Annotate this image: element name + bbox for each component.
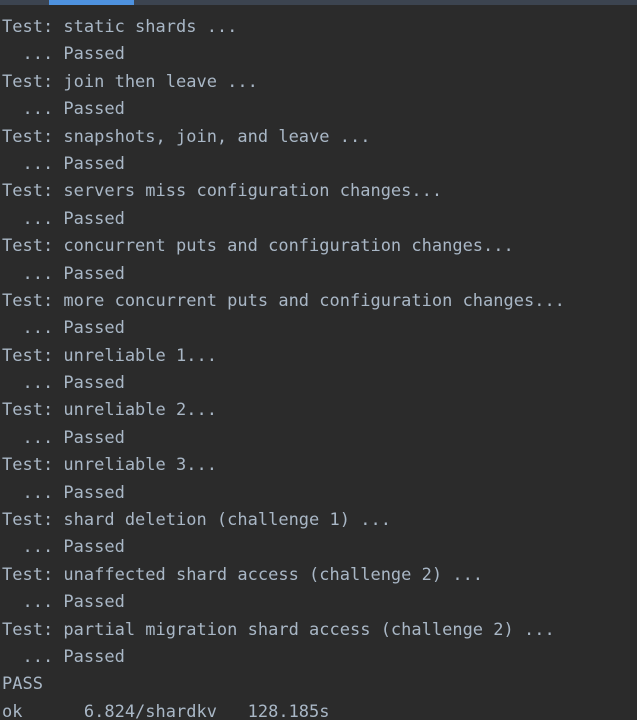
console-output[interactable]: Test: static shards ... ... Passed Test: … xyxy=(0,5,637,720)
console-line: Test: unreliable 3... xyxy=(2,455,217,476)
console-line: ... Passed xyxy=(2,318,125,339)
console-line: ... Passed xyxy=(2,427,125,448)
console-line: Test: concurrent puts and configuration … xyxy=(2,236,514,257)
console-line: ... Passed xyxy=(2,99,125,120)
console-line: Test: more concurrent puts and configura… xyxy=(2,290,565,311)
console-line: Test: static shards ... xyxy=(2,17,238,37)
console-line: Test: partial migration shard access (ch… xyxy=(2,619,555,640)
console-line: ... Passed xyxy=(2,263,125,284)
console-line: ... Passed xyxy=(2,537,125,558)
console-line: ... Passed xyxy=(2,44,125,65)
console-line: Test: unreliable 2... xyxy=(2,400,217,421)
console-line: ... Passed xyxy=(2,153,125,174)
console-line: ... Passed xyxy=(2,373,125,394)
console-line: ok 6.824/shardkv 128.185s xyxy=(2,701,330,720)
console-line: Test: unaffected shard access (challenge… xyxy=(2,564,484,585)
console-line: ... Passed xyxy=(2,646,125,667)
console-line: ... Passed xyxy=(2,592,125,613)
console-line: Test: join then leave ... xyxy=(2,71,258,92)
console-line: Test: shard deletion (challenge 1) ... xyxy=(2,510,391,531)
console-line: Test: servers miss configuration changes… xyxy=(2,181,443,202)
terminal-window: Test: static shards ... ... Passed Test: … xyxy=(0,0,637,720)
console-line: ... Passed xyxy=(2,482,125,503)
console-line: Test: snapshots, join, and leave ... xyxy=(2,126,371,147)
console-line: Test: unreliable 1... xyxy=(2,345,217,366)
console-line: ... Passed xyxy=(2,208,125,229)
console-line: PASS xyxy=(2,674,43,695)
